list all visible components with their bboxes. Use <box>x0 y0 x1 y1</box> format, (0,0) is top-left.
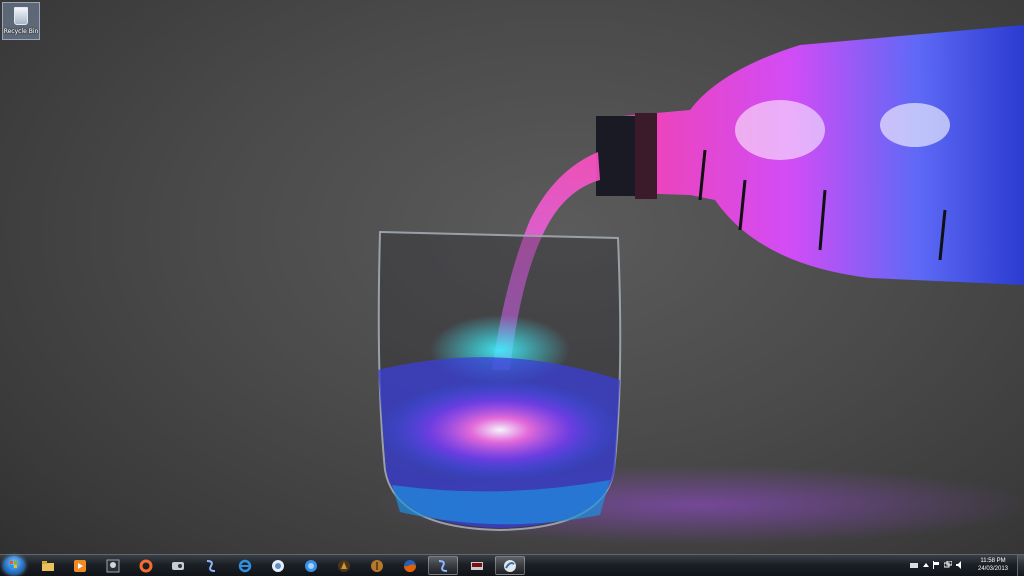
desktop-wallpaper <box>370 25 1024 545</box>
brown-app-icon <box>371 559 383 572</box>
game-icon <box>106 559 120 572</box>
clock-time: 11:58 PM <box>980 558 1006 564</box>
taskbar-app-starcraft[interactable] <box>196 556 226 575</box>
taskbar: 11:58 PM 24/03/2013 <box>0 554 1024 576</box>
game-launcher-icon <box>338 559 350 572</box>
taskbar-app-steam[interactable] <box>163 556 193 575</box>
keyboard-icon[interactable] <box>910 561 918 569</box>
steam-icon <box>172 561 184 570</box>
taskbar-app-media-player[interactable] <box>65 556 95 575</box>
media-player-icon <box>74 559 86 572</box>
internet-explorer-icon <box>238 559 252 572</box>
browser-icon <box>504 559 516 572</box>
system-tray: 11:58 PM 24/03/2013 <box>908 555 1024 576</box>
video-icon <box>471 561 483 570</box>
show-desktop-button[interactable] <box>1017 555 1024 576</box>
chat-icon <box>272 559 284 572</box>
windows-start-orb-icon[interactable] <box>3 556 25 575</box>
starcraft-icon <box>206 559 216 572</box>
glass-illustration <box>377 230 622 532</box>
folder-icon <box>42 560 54 571</box>
flag-icon[interactable] <box>932 561 940 569</box>
taskbar-app-chat[interactable] <box>263 556 293 575</box>
taskbar-app-starcraft-running[interactable] <box>428 556 458 575</box>
clock-date: 24/03/2013 <box>977 566 1009 572</box>
taskbar-app-blue[interactable] <box>296 556 326 575</box>
network-icon[interactable] <box>944 561 952 569</box>
taskbar-app-game[interactable] <box>98 556 128 575</box>
bottle-illustration <box>596 25 1024 285</box>
taskbar-app-firefox[interactable] <box>395 556 425 575</box>
taskbar-app-league-launcher[interactable] <box>329 556 359 575</box>
taskbar-app-other[interactable] <box>362 556 392 575</box>
starcraft-icon <box>438 559 448 572</box>
recycle-bin-shortcut[interactable]: Recycle Bin <box>2 2 40 40</box>
taskbar-app-video[interactable] <box>462 556 492 575</box>
firefox-icon <box>404 559 416 572</box>
taskbar-app-browser[interactable] <box>495 556 525 575</box>
volume-icon[interactable] <box>956 561 964 569</box>
taskbar-app-origin[interactable] <box>131 556 161 575</box>
origin-icon <box>139 559 153 572</box>
recycle-bin-icon <box>14 7 28 25</box>
globe-icon <box>305 559 317 572</box>
desktop-icon-label: Recycle Bin <box>3 28 39 35</box>
taskbar-app-internet-explorer[interactable] <box>230 556 260 575</box>
taskbar-app-windows-explorer[interactable] <box>33 556 63 575</box>
clock[interactable]: 11:58 PM 24/03/2013 <box>968 557 1018 573</box>
up-arrow-icon[interactable] <box>922 561 930 569</box>
